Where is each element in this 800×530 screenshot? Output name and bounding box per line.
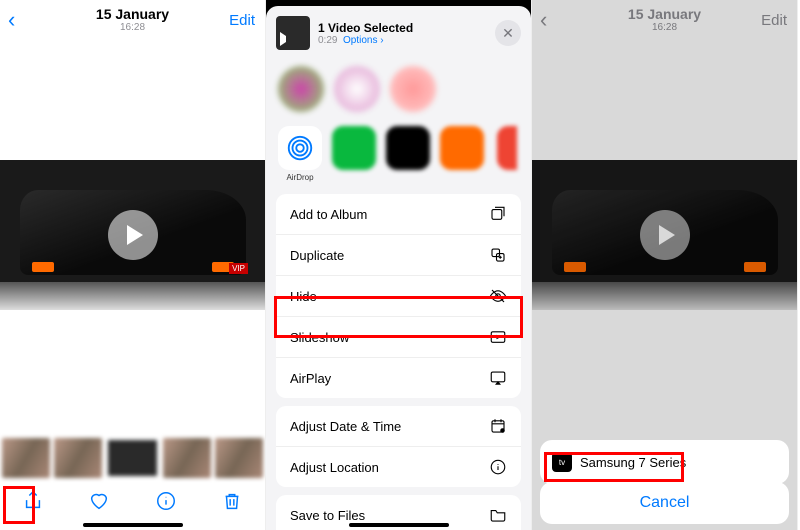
share-app-blurred[interactable] — [494, 126, 519, 170]
thumb-item[interactable] — [215, 438, 263, 478]
calendar-icon — [489, 417, 507, 435]
duplicate-icon — [489, 246, 507, 264]
contact-avatar[interactable] — [390, 66, 436, 112]
cancel-button[interactable]: Cancel — [540, 482, 789, 524]
airdrop-icon — [285, 133, 315, 163]
share-app-blurred[interactable] — [332, 126, 376, 170]
vip-tag-text: VIP — [229, 263, 248, 274]
edit-button[interactable]: Edit — [229, 12, 255, 29]
action-add-to-album[interactable]: Add to Album — [276, 194, 521, 235]
album-icon — [489, 205, 507, 223]
info-circle-icon — [489, 458, 507, 476]
share-thumb-icon — [276, 16, 310, 50]
thumb-item[interactable] — [2, 438, 50, 478]
share-sheet-header: 1 Video Selected 0:29 Options › ✕ — [266, 6, 531, 60]
nav-time: 16:28 — [0, 22, 265, 34]
thumb-item-current[interactable] — [106, 438, 158, 478]
contact-avatar[interactable] — [278, 66, 324, 112]
annotation-highlight-device — [544, 452, 684, 482]
screen-photo-viewer: ‹ 15 January 16:28 Edit VIP — [0, 0, 266, 530]
heart-icon[interactable] — [88, 490, 110, 512]
airplay-icon — [489, 369, 507, 387]
folder-icon — [489, 506, 507, 524]
bottom-toolbar — [0, 486, 265, 516]
action-adjust-date[interactable]: Adjust Date & Time — [276, 406, 521, 447]
thumbnail-strip[interactable] — [0, 438, 265, 478]
action-adjust-location[interactable]: Adjust Location — [276, 447, 521, 487]
trash-icon[interactable] — [221, 490, 243, 512]
action-list-group-2: Adjust Date & Time Adjust Location — [276, 406, 521, 487]
contacts-row[interactable] — [266, 60, 531, 122]
play-icon[interactable] — [108, 210, 158, 260]
action-duplicate[interactable]: Duplicate — [276, 235, 521, 276]
home-indicator — [349, 523, 449, 527]
nav-date: 15 January — [0, 6, 265, 23]
close-icon[interactable]: ✕ — [495, 20, 521, 46]
video-preview[interactable]: VIP — [0, 160, 266, 310]
airdrop-label: AirDrop — [286, 173, 313, 182]
share-app-blurred[interactable] — [386, 126, 430, 170]
share-app-blurred[interactable] — [440, 126, 484, 170]
contact-avatar[interactable] — [334, 66, 380, 112]
thumb-item[interactable] — [54, 438, 102, 478]
share-apps-row[interactable]: AirDrop — [266, 122, 531, 194]
thumb-item[interactable] — [163, 438, 211, 478]
home-indicator — [83, 523, 183, 527]
info-icon[interactable] — [155, 490, 177, 512]
navigation-bar: ‹ 15 January 16:28 Edit — [0, 0, 265, 40]
share-duration: 0:29 — [318, 35, 337, 46]
back-chevron-icon[interactable]: ‹ — [8, 7, 15, 33]
annotation-highlight-airplay — [274, 296, 523, 338]
screen-device-picker: ‹ 15 January 16:28 Edit tv Samsung 7 Ser… — [532, 0, 798, 530]
share-app-airdrop[interactable]: AirDrop — [278, 126, 322, 182]
share-sheet-panel: 1 Video Selected 0:29 Options › ✕ AirDro… — [266, 6, 531, 530]
share-selection-title: 1 Video Selected — [318, 21, 487, 35]
screen-share-sheet: 1 Video Selected 0:29 Options › ✕ AirDro… — [266, 0, 532, 530]
share-options-link[interactable]: Options › — [343, 35, 384, 46]
annotation-highlight-share — [3, 486, 35, 524]
action-airplay[interactable]: AirPlay — [276, 358, 521, 398]
